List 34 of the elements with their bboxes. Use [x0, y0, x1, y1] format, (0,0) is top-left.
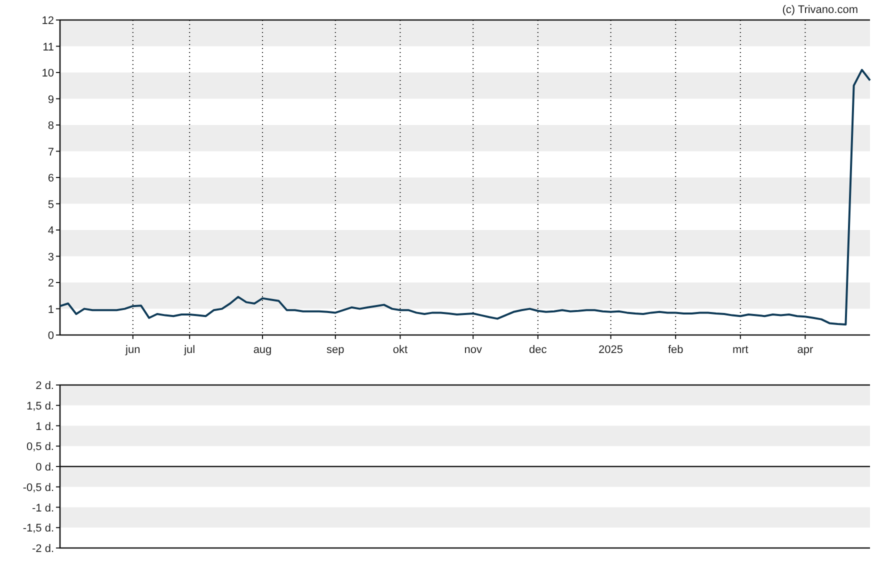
axis-label: sep: [326, 344, 344, 356]
axis-label: -1,5 d.: [22, 522, 54, 535]
axis-label: aug: [253, 344, 272, 356]
copyright-text: (c) Trivano.com: [782, 4, 858, 16]
axis-label: 6: [48, 172, 54, 184]
axis-label: 1,5 d.: [26, 400, 54, 412]
axis-label: 7: [48, 146, 54, 158]
axis-label: 8: [48, 120, 54, 132]
axis-label: mrt: [732, 344, 748, 356]
axis-label: -0,5 d.: [22, 482, 54, 494]
axis-label: 0 d.: [36, 462, 54, 474]
axis-label: feb: [668, 344, 684, 356]
axis-label: jul: [184, 344, 196, 356]
axis-label: 10: [42, 68, 54, 80]
axis-label: jun: [126, 344, 140, 356]
axis-label: 0,5 d.: [26, 441, 54, 454]
axis-label: 2025: [598, 344, 624, 356]
axis-label: 9: [48, 94, 54, 106]
axis-label: 1 d.: [36, 420, 54, 433]
axis-label: 3: [48, 251, 54, 264]
axis-label: 2: [48, 278, 54, 290]
axis-label: -2 d.: [32, 543, 54, 555]
axis-label: dec: [529, 344, 547, 356]
axis-label: 2 d.: [36, 380, 54, 392]
axis-label: 11: [42, 41, 54, 54]
axis-label: 4: [48, 225, 54, 237]
axis-label: 5: [48, 198, 54, 211]
axis-label: 0: [48, 330, 54, 342]
axis-label: nov: [464, 344, 482, 356]
axis-label: -1 d.: [32, 502, 54, 514]
axis-label: apr: [797, 344, 814, 356]
axis-label: 12: [42, 15, 54, 27]
axis-label: 1: [48, 304, 54, 316]
axis-label: okt: [392, 344, 408, 356]
